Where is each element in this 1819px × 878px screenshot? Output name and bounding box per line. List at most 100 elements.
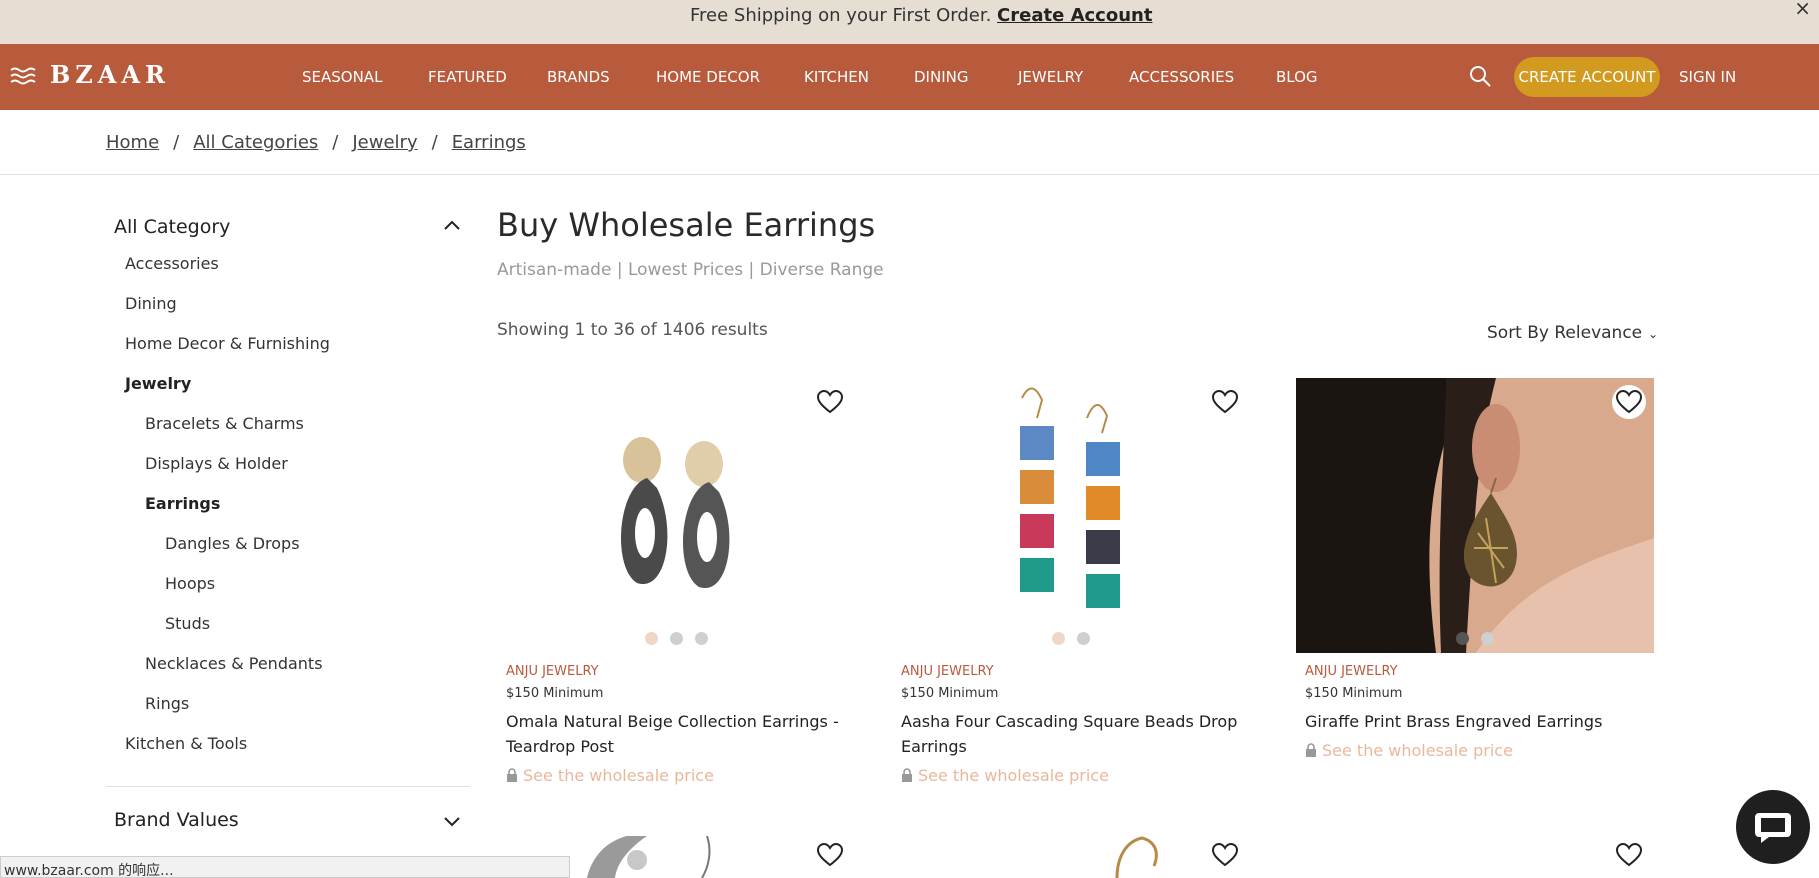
product-brand[interactable]: ANJU JEWELRY — [1305, 664, 1398, 679]
breadcrumb-all-categories[interactable]: All Categories — [193, 132, 318, 153]
image-carousel-dots — [497, 632, 855, 645]
product-minimum: $150 Minimum — [506, 686, 604, 701]
product-image[interactable] — [892, 378, 1250, 653]
chevron-up-icon[interactable] — [442, 218, 462, 232]
earring-image — [1115, 836, 1158, 878]
nav-brands[interactable]: BRANDS — [547, 68, 610, 86]
carousel-dot[interactable] — [1481, 632, 1494, 645]
category-dining[interactable]: Dining — [125, 294, 177, 313]
earring-image — [620, 437, 730, 589]
category-studs[interactable]: Studs — [165, 614, 210, 633]
close-icon[interactable]: × — [1794, 0, 1811, 20]
carousel-dot[interactable] — [1052, 632, 1065, 645]
wholesale-price-text: See the wholesale price — [918, 766, 1109, 785]
wholesale-price-link[interactable]: See the wholesale price — [506, 766, 714, 785]
carousel-dot[interactable] — [1077, 632, 1090, 645]
wishlist-heart-icon[interactable] — [813, 838, 847, 872]
image-carousel-dots — [1296, 632, 1654, 645]
product-image[interactable] — [497, 378, 855, 653]
product-card[interactable] — [1296, 836, 1654, 878]
wholesale-price-text: See the wholesale price — [523, 766, 714, 785]
product-card[interactable]: ANJU JEWELRY $150 Minimum Aasha Four Cas… — [892, 378, 1250, 788]
wishlist-heart-icon[interactable] — [1612, 385, 1646, 419]
nav-kitchen[interactable]: KITCHEN — [804, 68, 869, 86]
chat-button[interactable] — [1736, 790, 1810, 864]
breadcrumb-separator: / — [431, 132, 438, 153]
carousel-dot[interactable] — [644, 632, 658, 645]
wishlist-heart-icon[interactable] — [1612, 838, 1646, 872]
results-count: Showing 1 to 36 of 1406 results — [497, 320, 768, 340]
create-account-button[interactable]: CREATE ACCOUNT — [1514, 57, 1660, 97]
chat-bubble-icon — [1755, 813, 1791, 843]
category-accessories[interactable]: Accessories — [125, 254, 219, 273]
product-name[interactable]: Aasha Four Cascading Square Beads Drop E… — [901, 709, 1241, 759]
nav-featured[interactable]: FEATURED — [428, 68, 507, 86]
product-brand[interactable]: ANJU JEWELRY — [901, 664, 994, 679]
product-card[interactable]: ANJU JEWELRY $150 Minimum Omala Natural … — [497, 378, 855, 788]
breadcrumb-home[interactable]: Home — [106, 132, 159, 153]
carousel-dot[interactable] — [669, 632, 683, 645]
page-subtitle: Artisan-made | Lowest Prices | Diverse R… — [497, 260, 884, 280]
main-nav: BZAAR SEASONAL FEATURED BRANDS HOME DECO… — [0, 44, 1819, 110]
category-home-decor[interactable]: Home Decor & Furnishing — [125, 334, 330, 353]
category-kitchen-tools[interactable]: Kitchen & Tools — [125, 734, 247, 753]
wholesale-price-text: See the wholesale price — [1322, 741, 1513, 760]
chevron-down-icon: ⌄ — [1648, 327, 1659, 341]
product-brand[interactable]: ANJU JEWELRY — [506, 664, 599, 679]
category-rings[interactable]: Rings — [145, 694, 189, 713]
logo[interactable]: BZAAR — [50, 60, 170, 89]
product-name[interactable]: Giraffe Print Brass Engraved Earrings — [1305, 709, 1645, 734]
lock-icon — [507, 768, 517, 782]
chevron-down-icon[interactable] — [442, 814, 462, 828]
nav-accessories[interactable]: ACCESSORIES — [1129, 68, 1234, 86]
earring-image — [1020, 387, 1120, 608]
sort-dropdown[interactable]: Sort By Relevance ⌄ — [1487, 323, 1658, 343]
wholesale-price-link[interactable]: See the wholesale price — [1305, 741, 1513, 760]
product-minimum: $150 Minimum — [1305, 686, 1403, 701]
wave-menu-icon[interactable] — [10, 66, 36, 86]
page-title: Buy Wholesale Earrings — [497, 206, 876, 244]
category-dangles-drops[interactable]: Dangles & Drops — [165, 534, 300, 553]
product-minimum: $150 Minimum — [901, 686, 999, 701]
category-hoops[interactable]: Hoops — [165, 574, 215, 593]
category-displays-holder[interactable]: Displays & Holder — [145, 454, 288, 473]
breadcrumb-jewelry[interactable]: Jewelry — [352, 132, 417, 153]
product-card[interactable]: ANJU JEWELRY $150 Minimum Giraffe Print … — [1296, 378, 1654, 778]
image-carousel-dots — [892, 632, 1250, 645]
promo-bar: Free Shipping on your First Order. Creat… — [0, 0, 1819, 44]
search-icon[interactable] — [1468, 64, 1492, 88]
wishlist-heart-icon[interactable] — [813, 385, 847, 419]
nav-seasonal[interactable]: SEASONAL — [302, 68, 382, 86]
category-bracelets-charms[interactable]: Bracelets & Charms — [145, 414, 304, 433]
breadcrumb-separator: / — [173, 132, 180, 153]
category-necklaces-pendants[interactable]: Necklaces & Pendants — [145, 654, 323, 673]
browser-status-bar: www.bzaar.com 的响应... — [0, 856, 570, 878]
breadcrumb: Home / All Categories / Jewelry / Earrings — [106, 132, 526, 153]
breadcrumb-earrings[interactable]: Earrings — [452, 132, 526, 153]
nav-blog[interactable]: BLOG — [1276, 68, 1318, 86]
nav-jewelry[interactable]: JEWELRY — [1018, 68, 1083, 86]
product-name[interactable]: Omala Natural Beige Collection Earrings … — [506, 709, 846, 759]
wishlist-heart-icon[interactable] — [1208, 385, 1242, 419]
category-earrings[interactable]: Earrings — [145, 494, 220, 513]
lock-icon — [1306, 743, 1316, 757]
all-category-heading[interactable]: All Category — [114, 216, 230, 238]
wishlist-heart-icon[interactable] — [1208, 838, 1242, 872]
brand-values-heading[interactable]: Brand Values — [114, 809, 239, 831]
nav-home-decor[interactable]: HOME DECOR — [656, 68, 760, 86]
divider — [0, 174, 1819, 175]
promo-text: Free Shipping on your First Order. Creat… — [690, 5, 1152, 26]
wholesale-price-link[interactable]: See the wholesale price — [901, 766, 1109, 785]
sign-in-link[interactable]: SIGN IN — [1679, 68, 1736, 86]
sort-label: Sort By Relevance — [1487, 323, 1643, 343]
model-earring-image — [1296, 378, 1654, 653]
category-jewelry[interactable]: Jewelry — [125, 374, 191, 393]
product-image[interactable] — [1296, 378, 1654, 653]
lock-icon — [902, 768, 912, 782]
promo-message: Free Shipping on your First Order. — [690, 5, 998, 26]
carousel-dot[interactable] — [694, 632, 708, 645]
nav-dining[interactable]: DINING — [914, 68, 968, 86]
promo-create-account-link[interactable]: Create Account — [997, 5, 1152, 26]
product-card[interactable] — [892, 836, 1250, 878]
carousel-dot[interactable] — [1456, 632, 1469, 645]
